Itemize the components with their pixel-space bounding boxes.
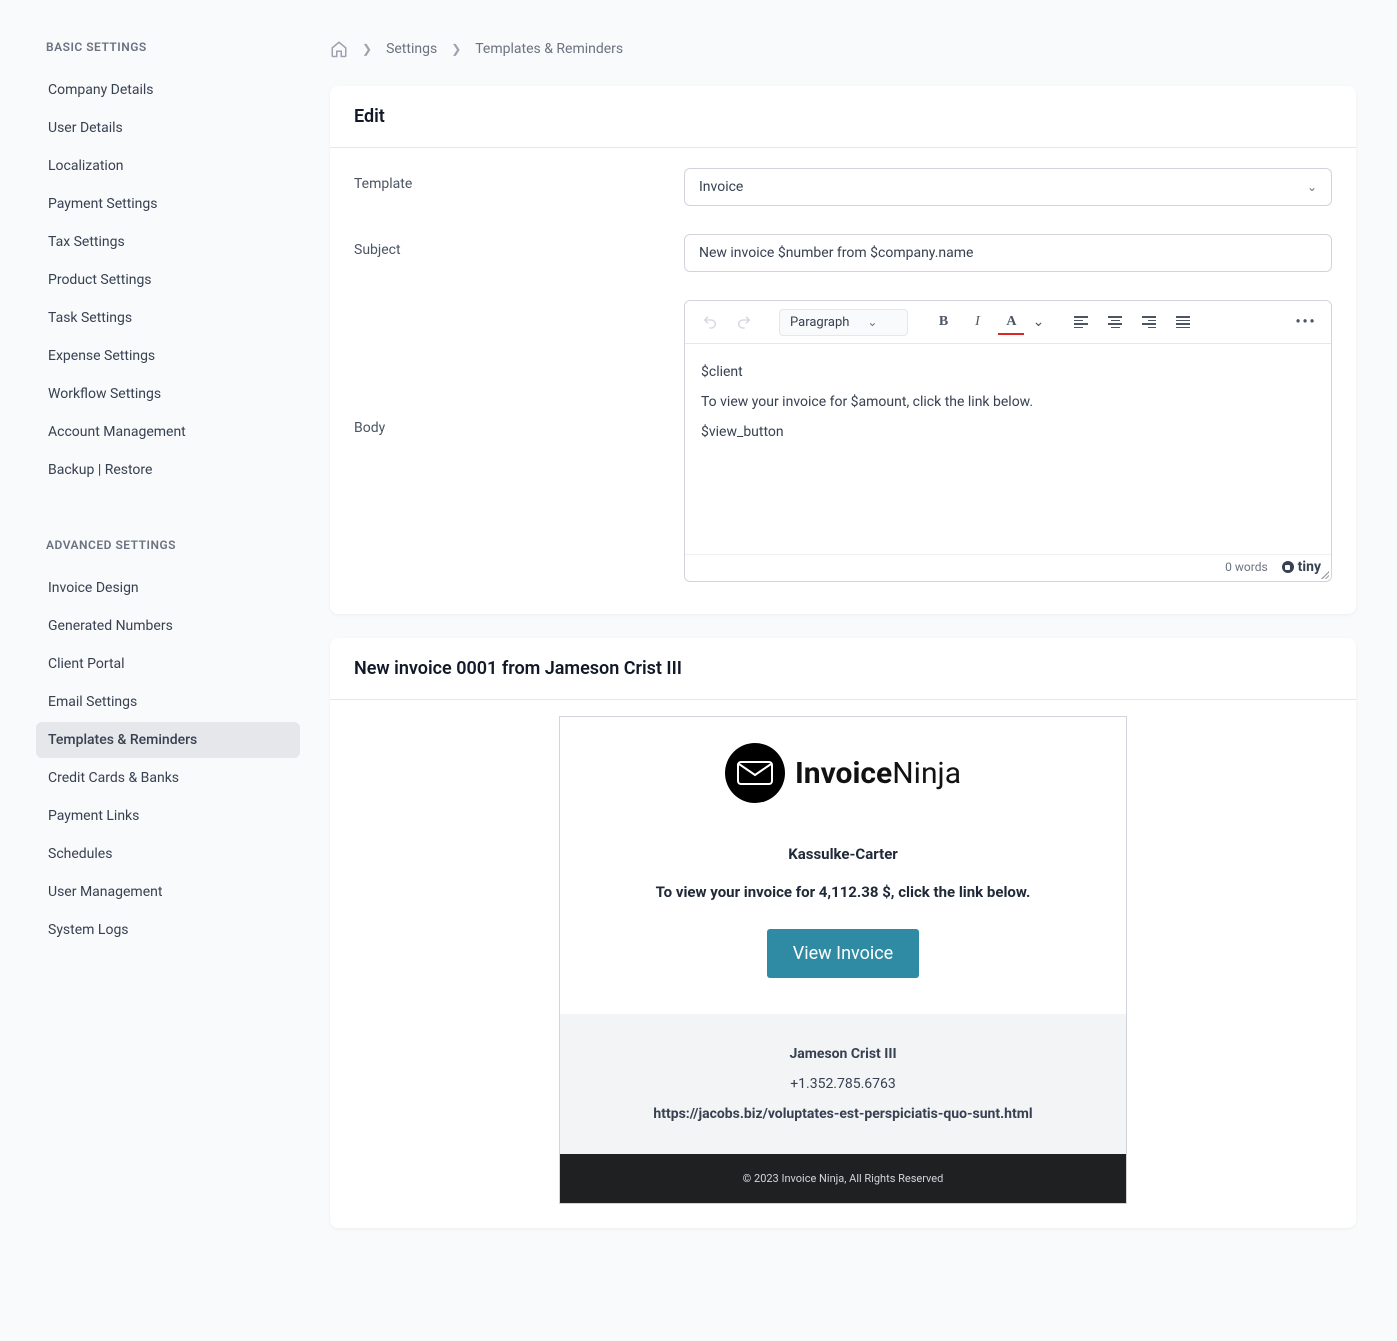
sidebar-item-system-logs[interactable]: System Logs [36,912,300,948]
view-invoice-button[interactable]: View Invoice [767,929,919,978]
chevron-down-icon: ⌄ [1307,180,1317,194]
breadcrumb-templates-reminders[interactable]: Templates & Reminders [475,41,623,57]
body-line: $view_button [701,418,1315,446]
editor-footer: 0 words tiny [685,554,1331,581]
format-select-value: Paragraph [790,315,849,330]
bold-button[interactable]: B [928,307,958,337]
preview-logo: InvoiceNinja [725,743,961,803]
label-template: Template [354,168,684,192]
chevron-right-icon: ❯ [362,42,372,56]
editor-toolbar: Paragraph ⌄ B I A ⌄ [685,301,1331,344]
preview-copyright: © 2023 Invoice Ninja, All Rights Reserve… [560,1154,1126,1203]
format-select[interactable]: Paragraph ⌄ [779,309,908,336]
sidebar-item-client-portal[interactable]: Client Portal [36,646,300,682]
sidebar-heading-basic: BASIC SETTINGS [36,40,300,54]
sidebar-item-account-management[interactable]: Account Management [36,414,300,450]
contact-name: Jameson Crist III [584,1046,1102,1062]
contact-phone: +1.352.785.6763 [584,1076,1102,1092]
align-center-button[interactable] [1100,307,1130,337]
sidebar-item-invoice-design[interactable]: Invoice Design [36,570,300,606]
align-justify-button[interactable] [1168,307,1198,337]
sidebar-item-product-settings[interactable]: Product Settings [36,262,300,298]
label-subject: Subject [354,234,684,258]
align-right-button[interactable] [1134,307,1164,337]
sidebar-item-credit-cards-banks[interactable]: Credit Cards & Banks [36,760,300,796]
sidebar-item-payment-links[interactable]: Payment Links [36,798,300,834]
editor-content[interactable]: $client To view your invoice for $amount… [685,344,1331,554]
sidebar-item-tax-settings[interactable]: Tax Settings [36,224,300,260]
page-title: Edit [354,106,1332,127]
align-left-button[interactable] [1066,307,1096,337]
preview-client-name: Kassulke-Carter [584,845,1102,863]
main-content: ❯ Settings ❯ Templates & Reminders Edit … [310,0,1396,1341]
body-line: $client [701,358,1315,386]
sidebar-item-templates-reminders[interactable]: Templates & Reminders [36,722,300,758]
tiny-logo[interactable]: tiny [1282,559,1321,575]
preview-contact: Jameson Crist III +1.352.785.6763 https:… [560,1014,1126,1154]
text-color-button[interactable]: A [996,307,1026,337]
tiny-icon [1282,561,1294,573]
body-line: To view your invoice for $amount, click … [701,388,1315,416]
template-select[interactable]: Invoice ⌄ [684,168,1332,206]
resize-handle[interactable] [1319,569,1329,579]
word-count: 0 words [1225,560,1268,574]
undo-button[interactable] [695,307,725,337]
chevron-right-icon: ❯ [451,42,461,56]
email-preview: InvoiceNinja Kassulke-Carter To view you… [559,716,1127,1204]
sidebar-item-workflow-settings[interactable]: Workflow Settings [36,376,300,412]
sidebar-item-user-details[interactable]: User Details [36,110,300,146]
preview-amount-line: To view your invoice for 4,112.38 $, cli… [584,883,1102,901]
label-body: Body [354,300,684,436]
preview-panel: New invoice 0001 from Jameson Crist III … [330,638,1356,1228]
sidebar-item-expense-settings[interactable]: Expense Settings [36,338,300,374]
template-select-value: Invoice [699,179,743,195]
sidebar-heading-advanced: ADVANCED SETTINGS [36,538,300,552]
body-editor: Paragraph ⌄ B I A ⌄ [684,300,1332,582]
settings-sidebar: BASIC SETTINGS Company Details User Deta… [0,0,310,1341]
redo-button[interactable] [729,307,759,337]
envelope-icon [725,743,785,803]
edit-panel: Edit Template Invoice ⌄ Subject [330,86,1356,614]
contact-url: https://jacobs.biz/voluptates-est-perspi… [584,1106,1102,1122]
breadcrumb: ❯ Settings ❯ Templates & Reminders [330,40,1356,58]
chevron-down-icon: ⌄ [867,315,877,329]
sidebar-item-schedules[interactable]: Schedules [36,836,300,872]
sidebar-item-email-settings[interactable]: Email Settings [36,684,300,720]
sidebar-item-company-details[interactable]: Company Details [36,72,300,108]
preview-title: New invoice 0001 from Jameson Crist III [354,658,1332,679]
italic-button[interactable]: I [962,307,992,337]
breadcrumb-settings[interactable]: Settings [386,41,437,57]
sidebar-item-generated-numbers[interactable]: Generated Numbers [36,608,300,644]
more-options-button[interactable]: ••• [1291,307,1321,337]
sidebar-item-task-settings[interactable]: Task Settings [36,300,300,336]
logo-text: InvoiceNinja [795,756,961,791]
home-icon[interactable] [330,40,348,58]
text-color-dropdown[interactable]: ⌄ [1030,307,1046,337]
subject-input[interactable] [684,234,1332,272]
sidebar-item-localization[interactable]: Localization [36,148,300,184]
sidebar-item-payment-settings[interactable]: Payment Settings [36,186,300,222]
sidebar-item-user-management[interactable]: User Management [36,874,300,910]
sidebar-item-backup-restore[interactable]: Backup | Restore [36,452,300,488]
